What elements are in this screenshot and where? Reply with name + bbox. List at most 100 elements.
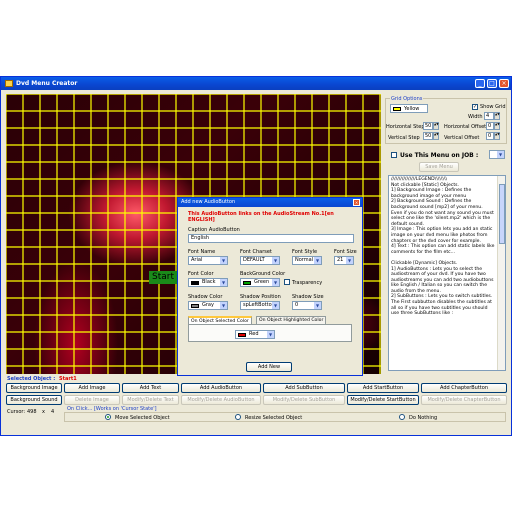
shadow-size-select[interactable]: 0 ▼ bbox=[292, 301, 322, 310]
delete-image-button[interactable]: Delete Image bbox=[64, 395, 120, 405]
minimize-button[interactable]: _ bbox=[475, 79, 485, 88]
modify-delete-startbutton-button[interactable]: Modify/Delete StartButton bbox=[347, 395, 419, 405]
modify-delete-text-button[interactable]: Modify/Delete Text bbox=[122, 395, 179, 405]
maximize-button[interactable]: □ bbox=[487, 79, 497, 88]
font-charset-select[interactable]: DEFAULT ▼ bbox=[240, 256, 280, 265]
font-style-value: Normal bbox=[295, 257, 314, 263]
add-text-button[interactable]: Add Text bbox=[122, 383, 179, 393]
v-step-label: Vertical Step bbox=[388, 135, 420, 141]
chevron-down-icon: ▼ bbox=[220, 279, 227, 286]
font-name-value: Arial bbox=[191, 257, 203, 263]
tab-panel: Red ▼ bbox=[188, 324, 352, 342]
legend-textbox[interactable]: ////////////////LEGEND\\\\\\\\ Not click… bbox=[388, 175, 506, 371]
font-charset-value: DEFAULT bbox=[243, 257, 265, 263]
onclick-group: Move Selected Object Resize Selected Obj… bbox=[64, 412, 506, 422]
font-size-value: 21 bbox=[337, 257, 344, 263]
grid-options-group: Grid Options Yellow ✓ Show Grid Width 4 … bbox=[385, 96, 507, 144]
add-audiobutton-dialog: Add new AudioButton × This AudioButton l… bbox=[177, 197, 363, 376]
chevron-down-icon: ▼ bbox=[314, 257, 321, 264]
job-select[interactable]: ▼ bbox=[489, 150, 505, 159]
scrollbar-thumb[interactable] bbox=[499, 184, 505, 244]
h-offset-input[interactable]: 0 bbox=[486, 122, 494, 130]
font-size-select[interactable]: 21 ▼ bbox=[334, 256, 354, 265]
add-image-button[interactable]: Add Image bbox=[64, 383, 120, 393]
dialog-title[interactable]: Add new AudioButton bbox=[178, 198, 362, 207]
chevron-down-icon: ▼ bbox=[220, 302, 227, 309]
font-size-label: Font Size bbox=[334, 249, 357, 255]
width-label: Width bbox=[468, 114, 483, 120]
background-image-button[interactable]: Background Image bbox=[6, 383, 62, 393]
start-button-object[interactable]: Start bbox=[149, 271, 177, 284]
do-nothing-radio[interactable] bbox=[399, 414, 405, 420]
selected-color-select[interactable]: Red ▼ bbox=[235, 330, 275, 339]
chevron-down-icon: ▼ bbox=[272, 257, 279, 264]
shadow-color-swatch bbox=[191, 304, 199, 308]
color-tabs: On Object Selected Color On Object Highl… bbox=[188, 316, 352, 342]
width-spinner[interactable]: ▲▼ bbox=[494, 112, 500, 120]
right-panel: Grid Options Yellow ✓ Show Grid Width 4 … bbox=[385, 94, 507, 374]
tab-highlighted-color[interactable]: On Object Highlighted Color bbox=[256, 316, 327, 324]
width-input[interactable]: 4 bbox=[484, 112, 494, 120]
font-style-select[interactable]: Normal ▼ bbox=[292, 256, 322, 265]
font-color-swatch bbox=[191, 281, 199, 285]
legend-text: ////////////////LEGEND\\\\\\\\ Not click… bbox=[391, 177, 495, 317]
shadow-size-value: 0 bbox=[295, 302, 299, 308]
modify-delete-chapterbutton-button[interactable]: Modify/Delete ChapterButton bbox=[421, 395, 507, 405]
use-menu-checkbox[interactable] bbox=[391, 152, 397, 158]
show-grid-checkbox[interactable]: ✓ bbox=[472, 104, 478, 110]
close-button[interactable]: × bbox=[499, 79, 509, 88]
show-grid-label: Show Grid bbox=[480, 104, 506, 110]
dialog-close-icon[interactable]: × bbox=[353, 199, 360, 206]
chevron-down-icon: ▼ bbox=[220, 257, 227, 264]
v-offset-input[interactable]: 0 bbox=[486, 132, 494, 140]
bg-color-select[interactable]: Green ▼ bbox=[240, 278, 280, 287]
add-audiobutton-button[interactable]: Add AudioButton bbox=[181, 383, 261, 393]
cursor-label: Cursor: bbox=[7, 409, 26, 415]
selected-object-label: Selected Object : bbox=[7, 376, 56, 382]
background-sound-button[interactable]: Background Sound bbox=[6, 395, 62, 405]
grid-color-select[interactable]: Yellow bbox=[390, 104, 428, 113]
v-step-input[interactable]: 50 bbox=[423, 132, 433, 140]
transparency-checkbox[interactable] bbox=[284, 279, 290, 285]
add-startbutton-button[interactable]: Add StartButton bbox=[347, 383, 419, 393]
add-chapterbutton-button[interactable]: Add ChapterButton bbox=[421, 383, 507, 393]
h-step-label: Horizontal Step bbox=[386, 124, 425, 130]
font-color-select[interactable]: Black ▼ bbox=[188, 278, 228, 287]
shadow-color-value: Gray bbox=[202, 302, 214, 308]
shadow-color-select[interactable]: Gray ▼ bbox=[188, 301, 228, 310]
bg-color-value: Green bbox=[254, 279, 270, 285]
modify-delete-subbutton-button[interactable]: Modify/Delete SubButton bbox=[263, 395, 345, 405]
grid-color-swatch bbox=[393, 107, 401, 111]
cursor-y-value: 4 bbox=[51, 409, 55, 415]
caption-input[interactable]: English bbox=[188, 234, 354, 243]
add-new-button[interactable]: Add New bbox=[246, 362, 292, 372]
shadow-position-select[interactable]: spLeftBottom ▼ bbox=[240, 301, 280, 310]
chevron-down-icon: ▼ bbox=[497, 151, 504, 158]
do-nothing-label: Do Nothing bbox=[409, 415, 438, 421]
cursor-x-value: 498 bbox=[27, 409, 37, 415]
selected-object-value: Start1 bbox=[59, 376, 77, 382]
resize-selected-label: Resize Selected Object bbox=[245, 415, 303, 421]
selected-color-swatch bbox=[238, 333, 246, 337]
save-menu-button[interactable]: Save Menu bbox=[419, 162, 459, 172]
font-color-value: Black bbox=[202, 279, 216, 285]
font-name-select[interactable]: Arial ▼ bbox=[188, 256, 228, 265]
legend-scrollbar[interactable] bbox=[497, 176, 505, 370]
selected-color-value: Red bbox=[249, 331, 259, 337]
add-subbutton-button[interactable]: Add SubButton bbox=[263, 383, 345, 393]
h-offset-spinner[interactable]: ▲▼ bbox=[494, 122, 500, 130]
resize-selected-radio[interactable] bbox=[235, 414, 241, 420]
h-step-spinner[interactable]: ▲▼ bbox=[433, 122, 439, 130]
modify-delete-audiobutton-button[interactable]: Modify/Delete AudioButton bbox=[181, 395, 261, 405]
move-selected-radio[interactable] bbox=[105, 414, 111, 420]
app-icon bbox=[5, 80, 13, 87]
window-title: Dvd Menu Creator bbox=[16, 80, 78, 87]
chevron-down-icon: ▼ bbox=[267, 331, 274, 338]
chevron-down-icon: ▼ bbox=[314, 302, 321, 309]
shadow-color-label: Shadow Color bbox=[188, 294, 223, 300]
title-bar[interactable]: Dvd Menu Creator _ □ × bbox=[1, 77, 511, 90]
v-step-spinner[interactable]: ▲▼ bbox=[433, 132, 439, 140]
v-offset-spinner[interactable]: ▲▼ bbox=[494, 132, 500, 140]
chevron-down-icon: ▼ bbox=[272, 302, 279, 309]
h-step-input[interactable]: 50 bbox=[423, 122, 433, 130]
